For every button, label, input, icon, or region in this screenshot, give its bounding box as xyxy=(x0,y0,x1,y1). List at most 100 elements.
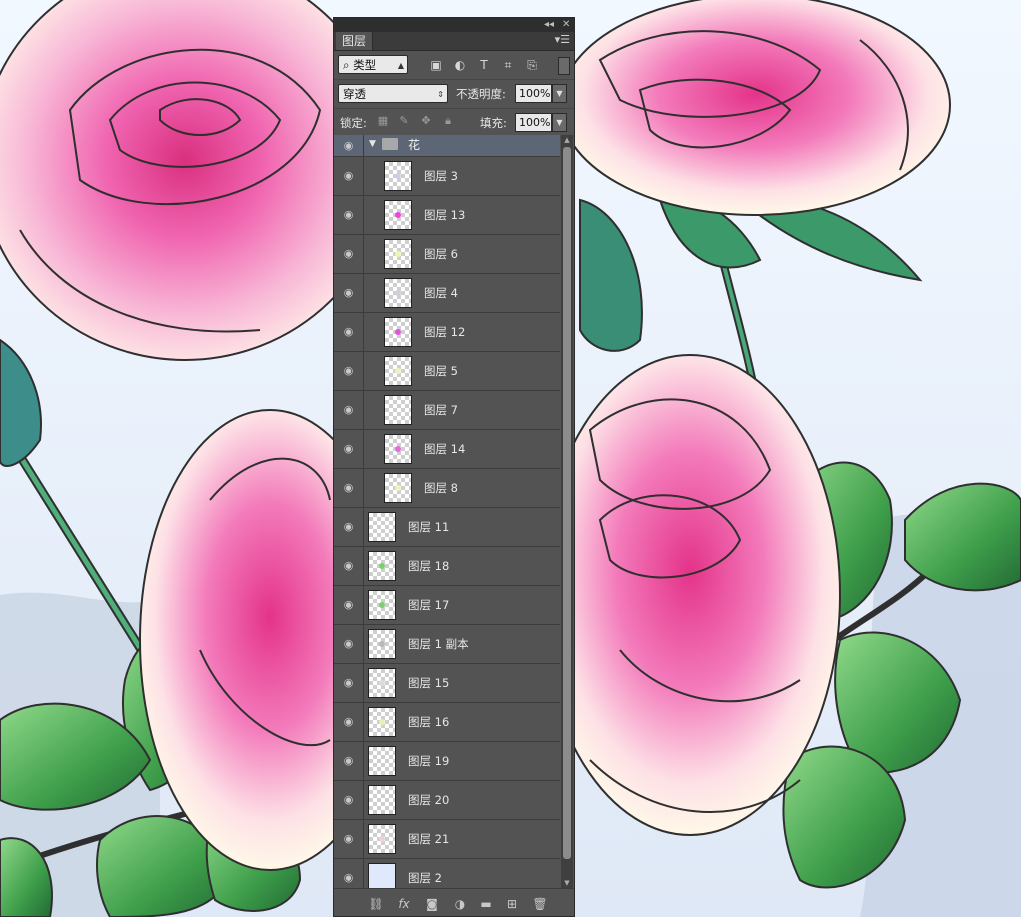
link-layers-icon[interactable]: ⛓ xyxy=(368,896,384,912)
lock-all-icon[interactable]: 🔒︎ xyxy=(441,114,455,128)
layer-name[interactable]: 图层 16 xyxy=(408,703,449,741)
layer-thumbnail[interactable] xyxy=(384,395,412,425)
layer-row[interactable]: ◉ 图层 16 xyxy=(334,703,560,742)
scroll-thumb[interactable] xyxy=(563,147,571,859)
scroll-up-arrow[interactable]: ▲ xyxy=(561,135,573,145)
layer-name[interactable]: 图层 21 xyxy=(408,820,449,858)
visibility-eye-icon[interactable]: ◉ xyxy=(334,703,364,741)
smart-object-filter-icon[interactable]: ⎘ xyxy=(524,57,540,73)
layer-thumbnail[interactable] xyxy=(384,278,412,308)
visibility-eye-icon[interactable]: ◉ xyxy=(334,469,364,507)
layer-thumbnail[interactable] xyxy=(368,824,396,854)
layer-name[interactable]: 图层 12 xyxy=(424,313,465,351)
filter-toggle[interactable] xyxy=(558,57,570,75)
adjustment-layer-icon[interactable]: ◑ xyxy=(452,896,468,912)
layer-row[interactable]: ◉ 图层 2 xyxy=(334,859,560,888)
opacity-input[interactable]: 100% xyxy=(515,84,552,103)
layer-thumbnail[interactable] xyxy=(384,434,412,464)
layer-row[interactable]: ◉ 图层 17 xyxy=(334,586,560,625)
layer-thumbnail[interactable] xyxy=(368,707,396,737)
new-layer-icon[interactable]: ⊞ xyxy=(504,896,520,912)
layer-row[interactable]: ◉ 图层 11 xyxy=(334,508,560,547)
layer-thumbnail[interactable] xyxy=(368,629,396,659)
layer-name[interactable]: 图层 11 xyxy=(408,508,449,546)
layer-name[interactable]: 图层 2 xyxy=(408,859,442,888)
pixel-filter-icon[interactable]: ▣ xyxy=(428,57,444,73)
layer-name[interactable]: 图层 7 xyxy=(424,391,458,429)
layer-row[interactable]: ◉ 图层 7 xyxy=(334,391,560,430)
layer-thumbnail[interactable] xyxy=(384,317,412,347)
lock-transparency-icon[interactable]: ▦ xyxy=(376,114,390,128)
visibility-eye-icon[interactable]: ◉ xyxy=(334,508,364,546)
layer-row[interactable]: ◉ 图层 5 xyxy=(334,352,560,391)
visibility-eye-icon[interactable]: ◉ xyxy=(334,586,364,624)
layer-row[interactable]: ◉ 图层 1 副本 xyxy=(334,625,560,664)
fill-input[interactable]: 100% xyxy=(515,113,552,132)
fx-icon[interactable]: fx xyxy=(396,896,412,912)
layer-row[interactable]: ◉ 图层 6 xyxy=(334,235,560,274)
layer-row[interactable]: ◉ 图层 18 xyxy=(334,547,560,586)
scroll-down-arrow[interactable]: ▼ xyxy=(561,878,573,888)
layer-thumbnail[interactable] xyxy=(368,785,396,815)
layer-group-row[interactable]: ◉ ▼ 花 xyxy=(334,135,560,157)
visibility-eye-icon[interactable]: ◉ xyxy=(334,664,364,702)
layer-row[interactable]: ◉ 图层 4 xyxy=(334,274,560,313)
layer-name[interactable]: 图层 6 xyxy=(424,235,458,273)
visibility-eye-icon[interactable]: ◉ xyxy=(334,820,364,858)
layer-row[interactable]: ◉ 图层 19 xyxy=(334,742,560,781)
layer-thumbnail[interactable] xyxy=(384,200,412,230)
visibility-eye-icon[interactable]: ◉ xyxy=(334,135,364,156)
layer-thumbnail[interactable] xyxy=(368,863,396,888)
visibility-eye-icon[interactable]: ◉ xyxy=(334,391,364,429)
layer-name[interactable]: 图层 20 xyxy=(408,781,449,819)
close-icon[interactable]: ✕ xyxy=(562,18,570,32)
layer-name[interactable]: 图层 14 xyxy=(424,430,465,468)
layer-row[interactable]: ◉ 图层 14 xyxy=(334,430,560,469)
layer-row[interactable]: ◉ 图层 20 xyxy=(334,781,560,820)
opacity-slider-button[interactable]: ▼ xyxy=(552,84,567,103)
layer-name[interactable]: 图层 4 xyxy=(424,274,458,312)
layer-row[interactable]: ◉ 图层 21 xyxy=(334,820,560,859)
layer-name[interactable]: 图层 3 xyxy=(424,157,458,195)
layer-thumbnail[interactable] xyxy=(384,473,412,503)
layer-name[interactable]: 图层 8 xyxy=(424,469,458,507)
tab-layers[interactable]: 图层 xyxy=(336,32,374,50)
visibility-eye-icon[interactable]: ◉ xyxy=(334,859,364,888)
lock-image-icon[interactable]: ✎ xyxy=(397,114,411,128)
layer-thumbnail[interactable] xyxy=(384,356,412,386)
shape-filter-icon[interactable]: ⌗ xyxy=(500,57,516,73)
visibility-eye-icon[interactable]: ◉ xyxy=(334,742,364,780)
adjustment-filter-icon[interactable]: ◐ xyxy=(452,57,468,73)
visibility-eye-icon[interactable]: ◉ xyxy=(334,274,364,312)
visibility-eye-icon[interactable]: ◉ xyxy=(334,313,364,351)
layer-thumbnail[interactable] xyxy=(368,590,396,620)
new-group-icon[interactable]: ▬ xyxy=(478,896,494,912)
layer-thumbnail[interactable] xyxy=(368,551,396,581)
layer-row[interactable]: ◉ 图层 12 xyxy=(334,313,560,352)
visibility-eye-icon[interactable]: ◉ xyxy=(334,781,364,819)
add-mask-icon[interactable]: ◙ xyxy=(424,896,440,912)
layer-name[interactable]: 图层 18 xyxy=(408,547,449,585)
panel-menu-icon[interactable]: ▾☰ xyxy=(555,33,570,46)
layer-row[interactable]: ◉ 图层 3 xyxy=(334,157,560,196)
visibility-eye-icon[interactable]: ◉ xyxy=(334,430,364,468)
layer-row[interactable]: ◉ 图层 13 xyxy=(334,196,560,235)
disclosure-triangle-icon[interactable]: ▼ xyxy=(369,139,376,149)
blend-mode-select[interactable]: 穿透 ⇕ xyxy=(338,84,448,103)
layer-thumbnail[interactable] xyxy=(368,668,396,698)
visibility-eye-icon[interactable]: ◉ xyxy=(334,547,364,585)
lock-position-icon[interactable]: ✥ xyxy=(419,114,433,128)
layer-thumbnail[interactable] xyxy=(384,161,412,191)
visibility-eye-icon[interactable]: ◉ xyxy=(334,196,364,234)
layer-name[interactable]: 图层 19 xyxy=(408,742,449,780)
panel-titlebar[interactable]: ◂◂ ✕ xyxy=(334,18,574,32)
visibility-eye-icon[interactable]: ◉ xyxy=(334,157,364,195)
visibility-eye-icon[interactable]: ◉ xyxy=(334,625,364,663)
layers-scrollbar[interactable]: ▲ ▼ xyxy=(561,135,573,888)
layer-row[interactable]: ◉ 图层 15 xyxy=(334,664,560,703)
visibility-eye-icon[interactable]: ◉ xyxy=(334,352,364,390)
layer-name[interactable]: 图层 15 xyxy=(408,664,449,702)
layer-thumbnail[interactable] xyxy=(368,512,396,542)
layer-name[interactable]: 图层 5 xyxy=(424,352,458,390)
type-filter-icon[interactable]: T xyxy=(476,57,492,73)
